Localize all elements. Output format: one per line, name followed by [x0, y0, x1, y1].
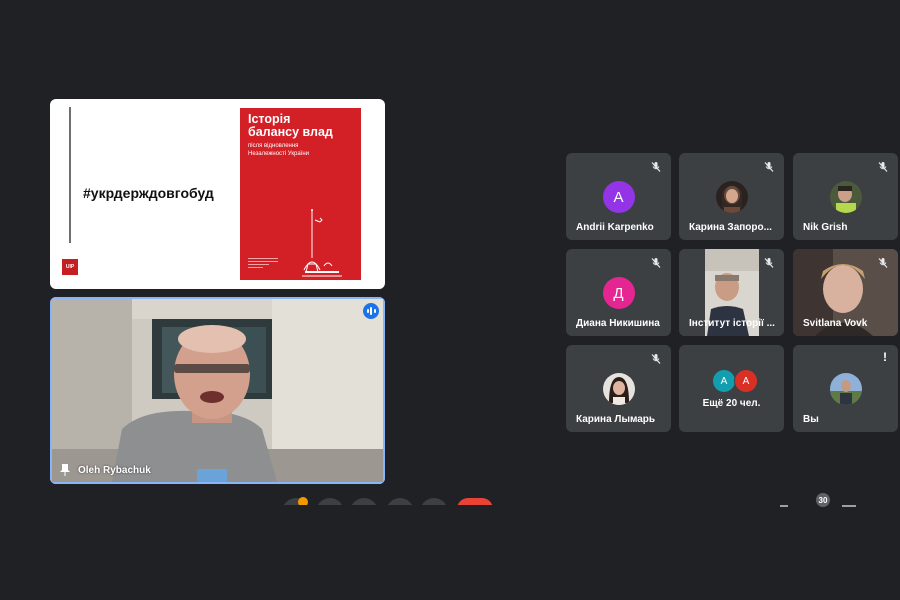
participant-tile[interactable]: Svitlana Vovk [793, 249, 898, 336]
toolbar-indicator [780, 505, 788, 507]
participant-tile[interactable]: Карина Запоро... [679, 153, 784, 240]
avatar [829, 181, 862, 213]
participant-tile[interactable]: Д Диана Никишина [566, 249, 671, 336]
speaker-name-label: Oleh Rybachuk [60, 464, 151, 476]
slide-logo: UIP [62, 259, 78, 275]
avatar-stack: A A [712, 369, 758, 393]
avatar: A [734, 369, 758, 393]
active-speaker-tile[interactable]: Oleh Rybachuk [50, 297, 385, 484]
avatar: A [602, 181, 635, 213]
participant-tile[interactable]: A Andrii Karpenko [566, 153, 671, 240]
participant-name: Nik Grish [803, 222, 848, 233]
mic-off-icon [875, 159, 891, 175]
avatar: A [712, 369, 736, 393]
mic-off-icon [875, 255, 891, 271]
people-count-badge[interactable]: 30 [816, 493, 830, 507]
participant-tile[interactable]: Nik Grish [793, 153, 898, 240]
participant-name: Svitlana Vovk [803, 318, 868, 329]
toolbar-indicator [842, 505, 856, 507]
mic-off-icon [761, 255, 777, 271]
participant-name: Інститут історії ... [689, 318, 775, 329]
mic-off-icon [648, 255, 664, 271]
alert-icon[interactable]: ! [878, 350, 892, 364]
more-participants-tile[interactable]: A A Ещё 20 чел. [679, 345, 784, 432]
book-small-print [248, 256, 278, 270]
presentation-tile[interactable]: #укрдерждовгобуд UIP Історія балансу вла… [50, 99, 385, 289]
avatar [602, 373, 635, 405]
book-title: Історія балансу влад [248, 112, 333, 139]
avatar [829, 373, 862, 405]
participant-name: Вы [803, 414, 819, 425]
slide-hashtag: #укрдерждовгобуд [83, 185, 214, 201]
participant-name: Диана Никишина [576, 318, 660, 329]
participant-tile[interactable]: Карина Лымарь [566, 345, 671, 432]
slide-divider [69, 107, 71, 243]
speaker-video [52, 299, 383, 482]
mic-off-icon [761, 159, 777, 175]
pin-icon[interactable] [60, 464, 70, 476]
participant-name: Andrii Karpenko [576, 222, 654, 233]
avatar [715, 181, 748, 213]
avatar: Д [602, 277, 635, 309]
book-subtitle: після відновлення Незалежності України [248, 143, 309, 157]
mic-off-icon [648, 159, 664, 175]
monument-illustration [302, 209, 342, 277]
participant-name: Карина Лымарь [576, 414, 656, 425]
toolbar-overflow-mask [0, 505, 900, 600]
audio-level-icon [363, 303, 379, 319]
mic-off-icon [648, 351, 664, 367]
more-participants-label: Ещё 20 чел. [702, 398, 761, 409]
book-cover: Історія балансу влад після відновлення Н… [240, 108, 361, 280]
self-tile[interactable]: ! Вы [793, 345, 898, 432]
participant-tile[interactable]: Інститут історії ... [679, 249, 784, 336]
participant-name: Карина Запоро... [689, 222, 772, 233]
